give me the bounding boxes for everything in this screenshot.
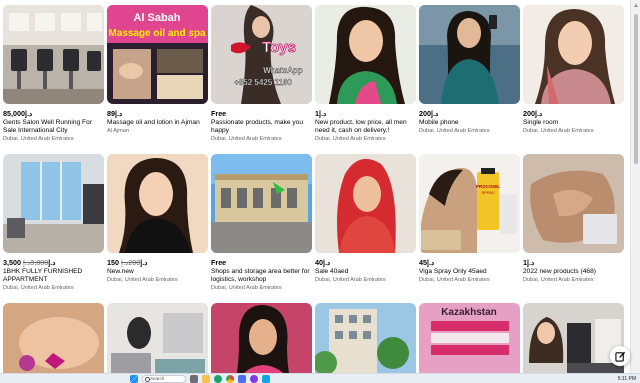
listing-image[interactable] [315, 5, 416, 104]
listing-price: 200د.إ [523, 109, 543, 118]
listing-location: Dubai, United Arab Emirates [211, 136, 282, 143]
listing-location: Dubai, United Arab Emirates [107, 277, 178, 284]
listing-title: Single room [523, 119, 559, 126]
image-caption: Kazakhstan [441, 307, 497, 318]
listing-card[interactable]: Kazakhstan [419, 303, 520, 383]
listing-card[interactable]: 200د.إ Mobile phone Dubai, United Arab E… [419, 5, 520, 135]
listing-card[interactable] [3, 303, 104, 383]
listing-title: Viga Spray Only 45aed [419, 268, 487, 275]
taskbar-search[interactable]: Search [142, 375, 186, 383]
listing-card[interactable] [211, 303, 312, 383]
app-icon[interactable] [262, 375, 270, 383]
taskbar-clock: 5:11 PM [617, 376, 636, 382]
scrollbar-thumb[interactable] [634, 14, 638, 164]
app-icon[interactable] [250, 375, 258, 383]
listing-card[interactable]: 3,500د.إ3,800د.إ 1BHK FULLY FURNISHED AP… [3, 154, 104, 292]
compose-button[interactable] [610, 346, 630, 366]
image-caption: +852 5425 1160 [234, 78, 292, 87]
listing-image[interactable] [523, 5, 624, 104]
listing-card[interactable]: 85,000د.إ Gents Salon Well Running For S… [3, 5, 104, 143]
listing-image[interactable] [523, 303, 624, 383]
listing-title: Sale 40aed [315, 268, 349, 275]
listing-card[interactable]: Toys WhatsApp +852 5425 1160 Free Passio… [211, 5, 312, 143]
listing-title: 2022 new products (468) [523, 268, 596, 275]
listing-card[interactable]: Al Sabah Massage oil and spa 89د.إ Massa… [107, 5, 208, 135]
listing-card[interactable]: 1د.إ 2022 new products (468) Dubai, Unit… [523, 154, 624, 284]
listing-location: Dubai, United Arab Emirates [523, 277, 594, 284]
listing-image[interactable] [315, 303, 416, 383]
listing-image[interactable] [107, 154, 208, 253]
file-explorer-icon[interactable] [202, 375, 210, 383]
image-caption: Al Sabah [133, 12, 180, 24]
image-caption: Massage oil and spa [108, 28, 206, 39]
listing-price: 200د.إ [419, 109, 439, 118]
listing-location: Dubai, United Arab Emirates [3, 285, 74, 292]
listing-title: Passionate products, make you happy [211, 119, 303, 135]
listing-card[interactable]: 1د.إ New product, low price, all men nee… [315, 5, 416, 143]
listing-image[interactable]: Kazakhstan [419, 303, 520, 383]
listing-image[interactable]: Al Sabah Massage oil and spa [107, 5, 208, 104]
listing-title: Massage oil and lotion in Ajman [107, 119, 200, 126]
listing-price: 89د.إ [107, 109, 123, 118]
listing-price: 1د.إ [315, 109, 327, 118]
store-icon[interactable] [238, 375, 246, 383]
listing-location: Dubai, United Arab Emirates [315, 136, 386, 143]
listing-image[interactable] [315, 154, 416, 253]
listing-image[interactable] [3, 154, 104, 253]
listing-title: Mobile phone [419, 119, 459, 126]
listing-location: Dubai, United Arab Emirates [419, 277, 490, 284]
listing-card[interactable]: PROCOMIL SPRAY 45د.إ Viga Spray Only 45a… [419, 154, 520, 284]
listing-image[interactable] [3, 303, 104, 383]
listing-location: Al Ajman [107, 128, 130, 135]
listing-image[interactable]: Toys WhatsApp +852 5425 1160 [211, 5, 312, 104]
listing-card[interactable]: 40د.إ Sale 40aed Dubai, United Arab Emir… [315, 154, 416, 284]
listing-price: 85,000د.إ [3, 109, 33, 118]
compose-icon [614, 351, 625, 362]
chrome-icon[interactable] [226, 375, 234, 383]
listing-price: 3,500د.إ3,800د.إ [3, 258, 56, 267]
listing-card[interactable] [107, 303, 208, 383]
marketplace-grid: 85,000د.إ Gents Salon Well Running For S… [0, 0, 628, 383]
listing-price: 1د.إ [523, 258, 535, 267]
listing-title: New product, low price, all men need it,… [315, 119, 407, 135]
listing-image[interactable] [523, 154, 624, 253]
listing-location: Dubai, United Arab Emirates [523, 128, 594, 135]
windows-taskbar: Search 5:11 PM [0, 373, 640, 383]
listing-title: Gents Salon Well Running For Sale Intern… [3, 119, 92, 135]
listing-price: 45د.إ [419, 258, 435, 267]
edge-icon[interactable] [214, 375, 222, 383]
listing-image[interactable]: PROCOMIL SPRAY [419, 154, 520, 253]
listing-location: Dubai, United Arab Emirates [315, 277, 386, 284]
image-caption: WhatsApp [263, 66, 303, 75]
listing-card[interactable]: 200د.إ Single room Dubai, United Arab Em… [523, 5, 624, 135]
listing-price: Free [211, 109, 227, 118]
listing-location: Dubai, United Arab Emirates [419, 128, 490, 135]
image-caption: Toys [262, 39, 296, 56]
listing-image[interactable] [3, 5, 104, 104]
scroll-up-icon[interactable]: ▲ [633, 3, 639, 9]
vertical-scrollbar[interactable]: ▲ [630, 0, 640, 373]
windows-start-icon[interactable] [130, 375, 138, 383]
listing-card[interactable]: 150د.إ200د.إ New.new Dubai, United Arab … [107, 154, 208, 284]
task-view-icon[interactable] [190, 375, 198, 383]
listing-title: Shops and storage area better for logist… [211, 268, 310, 284]
image-caption: PROCOMIL [476, 184, 501, 189]
listing-location: Dubai, United Arab Emirates [3, 136, 74, 143]
listing-title: 1BHK FULLY FURNISHED APPARTMENT [3, 268, 83, 284]
listing-location: Dubai, United Arab Emirates [211, 285, 282, 292]
listing-title: New.new [107, 268, 134, 275]
listing-image[interactable] [211, 303, 312, 383]
listing-price: Free [211, 258, 227, 267]
listing-card[interactable] [315, 303, 416, 383]
listing-price: 150د.إ200د.إ [107, 258, 148, 267]
listing-image[interactable] [211, 154, 312, 253]
listing-card[interactable]: Free Shops and storage area better for l… [211, 154, 312, 292]
listing-card[interactable] [523, 303, 624, 383]
image-caption: SPRAY [481, 190, 495, 195]
listing-price: 40د.إ [315, 258, 331, 267]
listing-image[interactable] [419, 5, 520, 104]
listing-image[interactable] [107, 303, 208, 383]
